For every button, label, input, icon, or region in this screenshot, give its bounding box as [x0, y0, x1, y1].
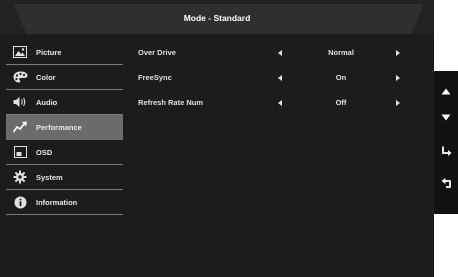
- sidebar-item-label: System: [36, 172, 63, 182]
- gear-icon: [12, 170, 28, 184]
- setting-label: Refresh Rate Num: [138, 98, 204, 107]
- setting-value: Normal: [328, 48, 354, 57]
- mode-title: Mode - Standard: [183, 13, 251, 23]
- speaker-icon: [12, 95, 28, 109]
- title-bar: Mode - Standard: [0, 0, 434, 34]
- osd-icon: [12, 145, 28, 159]
- triangle-up-icon: [441, 82, 451, 100]
- setting-value: On: [335, 73, 347, 82]
- sidebar-item-information[interactable]: Information: [6, 190, 123, 215]
- settings-panel: Over Drive Normal FreeSync On Refresh Ra…: [138, 45, 418, 120]
- arrow-left-icon[interactable]: [278, 75, 282, 81]
- sidebar-item-label: Audio: [36, 97, 58, 107]
- setting-value: Off: [335, 98, 347, 107]
- arrow-right-icon[interactable]: [396, 75, 400, 81]
- sidebar-item-label: Information: [36, 197, 78, 207]
- sidebar-menu: Picture Color Audio Performance OSD Syst…: [6, 40, 123, 215]
- arrow-right-icon[interactable]: [396, 50, 400, 56]
- down-key[interactable]: [434, 107, 458, 127]
- sidebar-item-osd[interactable]: OSD: [6, 140, 123, 165]
- enter-arrow-icon: [441, 144, 452, 162]
- arrow-left-icon[interactable]: [278, 50, 282, 56]
- sidebar-item-label: Color: [36, 72, 56, 82]
- setting-row-freesync[interactable]: FreeSync On: [138, 70, 418, 95]
- sidebar-item-performance[interactable]: Performance: [6, 115, 123, 140]
- return-arrow-icon: [441, 176, 452, 194]
- performance-icon: [12, 120, 28, 134]
- up-key[interactable]: [434, 81, 458, 101]
- sidebar-item-label: Performance: [36, 122, 82, 132]
- sidebar-item-color[interactable]: Color: [6, 65, 123, 90]
- palette-icon: [12, 70, 28, 84]
- info-icon: [12, 195, 28, 209]
- setting-label: FreeSync: [138, 73, 172, 82]
- sidebar-item-system[interactable]: System: [6, 165, 123, 190]
- osd-menu-window: Mode - Standard Picture Color Audio Perf…: [0, 0, 434, 277]
- setting-row-refresh-rate-num[interactable]: Refresh Rate Num Off: [138, 95, 418, 120]
- back-key[interactable]: [434, 175, 458, 195]
- sidebar-item-label: Picture: [36, 47, 62, 57]
- triangle-down-icon: [441, 108, 451, 126]
- setting-row-over-drive[interactable]: Over Drive Normal: [138, 45, 418, 70]
- arrow-left-icon[interactable]: [278, 100, 282, 106]
- picture-icon: [12, 45, 28, 59]
- arrow-right-icon[interactable]: [396, 100, 400, 106]
- sidebar-item-audio[interactable]: Audio: [6, 90, 123, 115]
- sidebar-item-picture[interactable]: Picture: [6, 40, 123, 65]
- navigation-key-panel: [434, 71, 458, 214]
- enter-key[interactable]: [434, 143, 458, 163]
- sidebar-item-label: OSD: [36, 147, 53, 157]
- setting-label: Over Drive: [138, 48, 176, 57]
